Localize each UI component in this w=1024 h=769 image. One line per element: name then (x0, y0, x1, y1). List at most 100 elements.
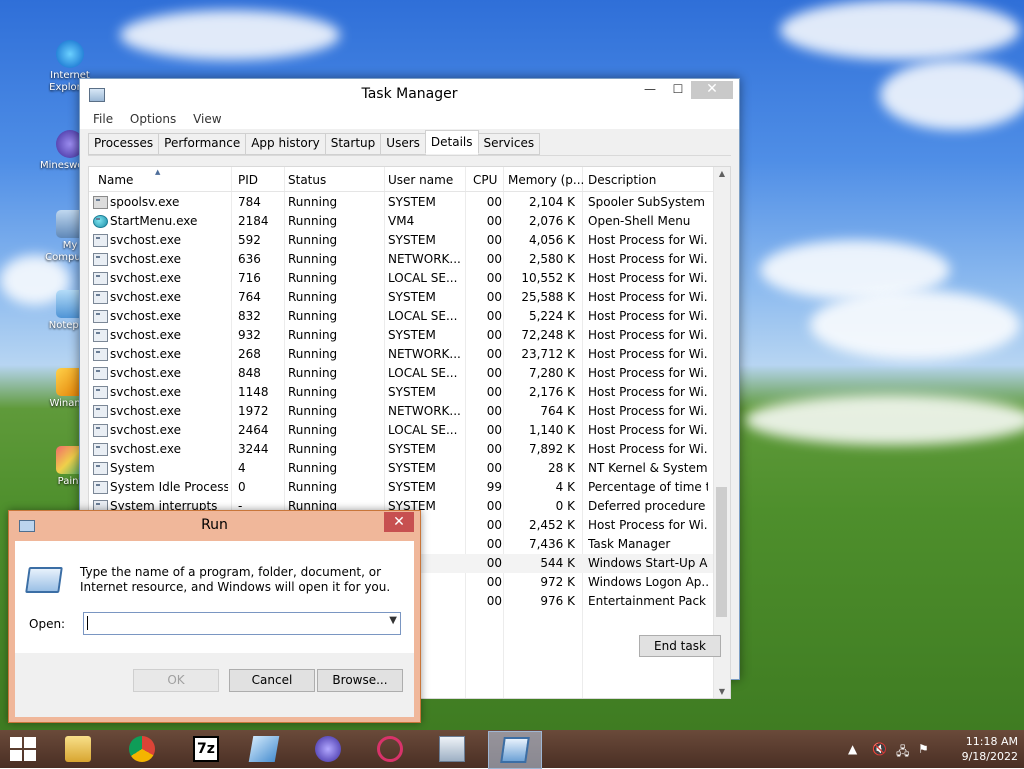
table-row[interactable]: svchost.exe 592 Running SYSTEM 00 4,056 K Host… (89, 231, 714, 250)
menu-file[interactable]: File (93, 112, 113, 126)
show-hidden-icons-icon[interactable]: ▲ (848, 742, 857, 756)
process-cpu: 00 (486, 594, 502, 608)
process-memory: 7,280 K (528, 366, 575, 380)
menu-view[interactable]: View (193, 112, 221, 126)
process-user: SYSTEM (388, 480, 436, 494)
table-row[interactable]: svchost.exe 848 Running LOCAL SE... 00 7,280 … (89, 364, 714, 383)
menu-options[interactable]: Options (130, 112, 176, 126)
action-center-icon[interactable]: ⚑ (918, 742, 929, 756)
process-status: Running (288, 195, 338, 209)
table-row[interactable]: System Idle Process 0 Running SYSTEM 99 4 K Pe… (89, 478, 714, 497)
end-task-button[interactable]: End task (639, 635, 721, 657)
close-button[interactable]: ✕ (691, 81, 733, 99)
scroll-up-icon[interactable]: ▲ (714, 169, 730, 178)
process-status: Running (288, 442, 338, 456)
table-row[interactable]: System 4 Running SYSTEM 00 28 K NT Kernel & Sy… (89, 459, 714, 478)
table-row[interactable]: spoolsv.exe 784 Running SYSTEM 00 2,104 K Spoo… (89, 193, 714, 212)
table-row[interactable]: svchost.exe 2464 Running LOCAL SE... 00 1,140… (89, 421, 714, 440)
minimize-button[interactable]: — (637, 81, 663, 99)
taskbar-notepad[interactable] (238, 731, 290, 767)
printer-icon (93, 196, 108, 209)
volume-muted-icon[interactable]: 🔇 (872, 742, 887, 756)
table-row[interactable]: svchost.exe 268 Running NETWORK... 00 23,712 … (89, 345, 714, 364)
vertical-scrollbar[interactable]: ▲ ▼ (713, 167, 730, 698)
process-description: Host Process for Wi... (588, 442, 708, 456)
process-description: Host Process for Wi... (588, 271, 708, 285)
minesweeper-icon (315, 736, 341, 762)
column-header-cpu[interactable]: CPU (473, 173, 497, 187)
column-header-status[interactable]: Status (288, 173, 326, 187)
taskbar-minesweeper[interactable] (302, 731, 354, 767)
process-user: VM4 (388, 214, 415, 228)
taskbar-chrome[interactable] (116, 731, 168, 767)
tab-startup[interactable]: Startup (324, 133, 382, 155)
taskbar-task-manager[interactable] (426, 731, 478, 767)
process-cpu: 00 (486, 385, 502, 399)
column-header-name[interactable]: Name (98, 173, 133, 187)
process-status: Running (288, 423, 338, 437)
taskbar-file-explorer[interactable] (52, 731, 104, 767)
table-row[interactable]: StartMenu.exe 2184 Running VM4 00 2,076 K Open… (89, 212, 714, 231)
table-row[interactable]: svchost.exe 636 Running NETWORK... 00 2,580 K… (89, 250, 714, 269)
maximize-button[interactable]: ☐ (665, 81, 691, 99)
process-name: svchost.exe (110, 309, 181, 323)
process-user: LOCAL SE... (388, 423, 458, 437)
table-row[interactable]: svchost.exe 1972 Running NETWORK... 00 764 K H… (89, 402, 714, 421)
table-row[interactable]: svchost.exe 716 Running LOCAL SE... 00 10,552… (89, 269, 714, 288)
open-shell-icon (93, 215, 108, 228)
table-row[interactable]: svchost.exe 764 Running SYSTEM 00 25,588 K Hos… (89, 288, 714, 307)
process-memory: 2,104 K (528, 195, 575, 209)
process-name: svchost.exe (110, 290, 181, 304)
tab-app-history[interactable]: App history (245, 133, 326, 155)
window-icon (93, 329, 108, 342)
taskbar-7zip[interactable]: 7z (180, 731, 232, 767)
run-icon (25, 567, 63, 593)
scroll-down-icon[interactable]: ▼ (714, 687, 730, 696)
process-memory: 0 K (555, 499, 575, 513)
process-description: Host Process for Wi... (588, 252, 708, 266)
network-icon[interactable]: 🖧 (896, 742, 909, 763)
browse-button[interactable]: Browse... (317, 669, 403, 692)
column-header-memory[interactable]: Memory (p... (508, 173, 584, 187)
tab-services[interactable]: Services (477, 133, 541, 155)
cancel-button[interactable]: Cancel (229, 669, 315, 692)
table-row[interactable]: svchost.exe 3244 Running SYSTEM 00 7,892 K Hos… (89, 440, 714, 459)
scroll-thumb[interactable] (716, 487, 727, 617)
column-header-user-name[interactable]: User name (388, 173, 453, 187)
column-header-pid[interactable]: PID (238, 173, 258, 187)
process-pid: 0 (238, 480, 246, 494)
taskbar-open-shell[interactable] (364, 731, 416, 767)
start-button[interactable] (10, 737, 36, 761)
run-close-button[interactable]: ✕ (384, 512, 414, 532)
process-name: spoolsv.exe (110, 195, 180, 209)
tab-performance[interactable]: Performance (158, 133, 247, 155)
column-header-description[interactable]: Description (588, 173, 656, 187)
cloud (810, 290, 1020, 360)
run-description: Type the name of a program, folder, docu… (80, 565, 391, 594)
window-icon (93, 405, 108, 418)
open-combobox[interactable]: ▼ (83, 612, 401, 635)
folder-icon (65, 736, 91, 762)
cloud (120, 10, 340, 60)
process-name: svchost.exe (110, 423, 181, 437)
process-status: Running (288, 214, 338, 228)
table-row[interactable]: svchost.exe 1148 Running SYSTEM 00 2,176 K Hos… (89, 383, 714, 402)
process-cpu: 00 (486, 423, 502, 437)
ok-button[interactable]: OK (133, 669, 219, 692)
tab-users[interactable]: Users (380, 133, 426, 155)
taskbar-run[interactable] (488, 731, 542, 769)
window-icon (93, 348, 108, 361)
clock[interactable]: 11:18 AM 9/18/2022 (938, 734, 1018, 764)
menu-bar: File Options View (80, 109, 739, 129)
process-name: svchost.exe (110, 252, 181, 266)
tab-processes[interactable]: Processes (88, 133, 160, 155)
tab-details[interactable]: Details (424, 130, 479, 154)
table-row[interactable]: svchost.exe 832 Running LOCAL SE... 00 5,224 … (89, 307, 714, 326)
process-status: Running (288, 233, 338, 247)
process-name: svchost.exe (110, 233, 181, 247)
title-bar[interactable]: Task Manager — ☐ ✕ (80, 79, 739, 109)
process-cpu: 00 (486, 499, 502, 513)
table-row[interactable]: svchost.exe 932 Running SYSTEM 00 72,248 K Hos… (89, 326, 714, 345)
chevron-down-icon[interactable]: ▼ (389, 615, 397, 626)
process-description: Spooler SubSystem ... (588, 195, 708, 209)
